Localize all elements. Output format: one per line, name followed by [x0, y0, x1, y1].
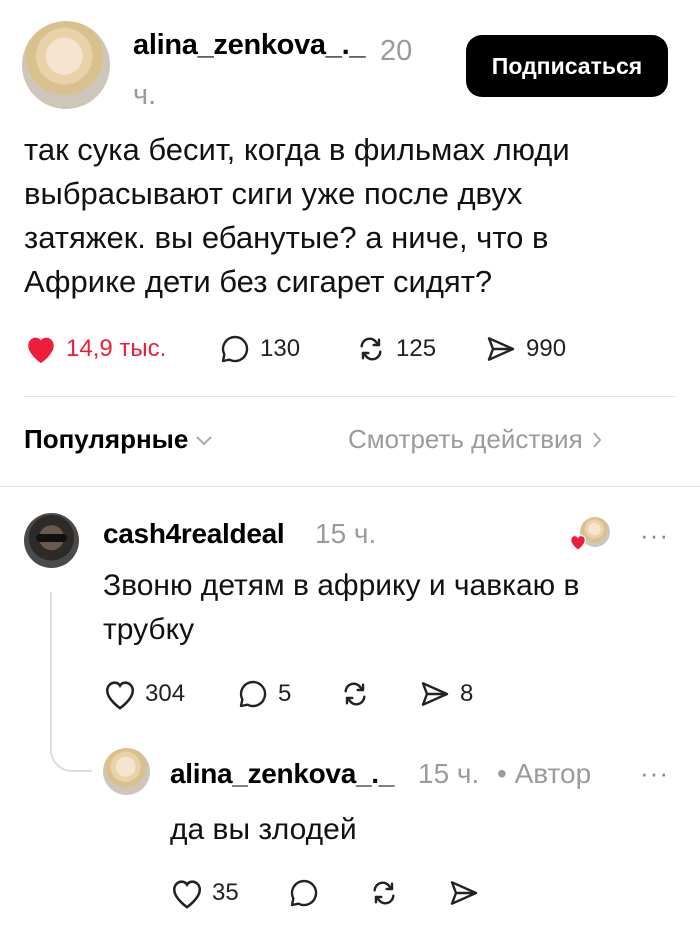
- comment-icon: [221, 335, 249, 363]
- post-text-line: Африке дети без сигарет сидят?: [24, 264, 493, 299]
- comment-repost-button[interactable]: [338, 678, 372, 710]
- heart-icon: [28, 337, 54, 364]
- reply-like-button[interactable]: 35: [170, 877, 239, 909]
- reply-share-button[interactable]: [447, 877, 481, 909]
- comment-share-button[interactable]: 8: [418, 678, 473, 710]
- share-icon: [487, 337, 515, 361]
- comment-text-line: Звоню детям в африку и чавкаю в: [103, 569, 580, 602]
- heart-icon: [570, 534, 586, 551]
- post-share-count: 990: [526, 335, 567, 362]
- comment-like-count: 304: [145, 680, 186, 707]
- reply-repost-button[interactable]: [367, 877, 401, 909]
- reply-author-name[interactable]: alina_zenkova_._: [170, 758, 394, 790]
- post-repost-count: 125: [396, 335, 437, 362]
- reply-time: 15 ч.: [418, 758, 480, 789]
- more-options-icon[interactable]: ···: [640, 758, 669, 789]
- chevron-right-icon: [592, 431, 601, 448]
- thread-line: [50, 592, 92, 772]
- share-icon: [421, 682, 449, 706]
- reply-like-count: 35: [212, 879, 239, 906]
- comment-reply-count: 5: [278, 680, 292, 707]
- post-text-line: выбрасывают сиги уже после двух: [24, 176, 523, 211]
- comment-text-line: трубку: [103, 613, 195, 646]
- share-icon: [450, 881, 478, 905]
- comment-reply-button[interactable]: 5: [236, 678, 291, 710]
- post-like-button[interactable]: 14,9 тыс.: [24, 333, 166, 365]
- sort-label: Популярные: [24, 424, 189, 454]
- divider: [0, 486, 700, 487]
- post-comment-count: 130: [260, 335, 301, 362]
- comment-author-name[interactable]: cash4realdeal: [103, 518, 285, 550]
- heart-icon: [105, 681, 135, 710]
- sort-dropdown[interactable]: Популярные: [24, 424, 214, 455]
- view-activity-link[interactable]: Смотреть действия: [348, 424, 603, 455]
- comment-text: Звоню детям в африку и чавкаю в трубку: [103, 564, 663, 652]
- post-repost-button[interactable]: 125: [354, 333, 436, 365]
- comment-like-button[interactable]: 304: [103, 678, 185, 710]
- post-time: 20 ч.: [133, 35, 413, 111]
- reply-comment-button[interactable]: [287, 877, 321, 909]
- author-badge: • Автор: [497, 758, 592, 789]
- post-share-button[interactable]: 990: [484, 333, 566, 365]
- heart-icon: [172, 880, 202, 909]
- post-text-line: так сука бесит, когда в фильмах люди: [24, 132, 570, 167]
- view-activity-label: Смотреть действия: [348, 424, 583, 454]
- reply-author-avatar[interactable]: [103, 748, 150, 795]
- post-text-line: затяжек. вы ебанутые? а ниче, что в: [24, 220, 549, 255]
- post-text: так сука бесит, когда в фильмах люди выб…: [24, 128, 674, 304]
- chevron-down-icon: [196, 435, 213, 445]
- repost-icon: [360, 337, 382, 361]
- post-author-avatar[interactable]: [22, 21, 110, 109]
- comment-share-count: 8: [460, 680, 474, 707]
- divider: [24, 396, 676, 397]
- comment-author-avatar[interactable]: [24, 513, 79, 568]
- repost-icon: [344, 682, 366, 706]
- reply-text: да вы злодей: [170, 813, 357, 846]
- post-like-count: 14,9 тыс.: [66, 335, 167, 362]
- repost-icon: [373, 881, 395, 905]
- more-options-icon[interactable]: ···: [640, 520, 669, 551]
- subscribe-button[interactable]: Подписаться: [466, 35, 668, 97]
- comment-time: 15 ч.: [315, 518, 377, 549]
- post-comment-button[interactable]: 130: [218, 333, 300, 365]
- comment-icon: [239, 680, 267, 708]
- comment-icon: [290, 879, 318, 907]
